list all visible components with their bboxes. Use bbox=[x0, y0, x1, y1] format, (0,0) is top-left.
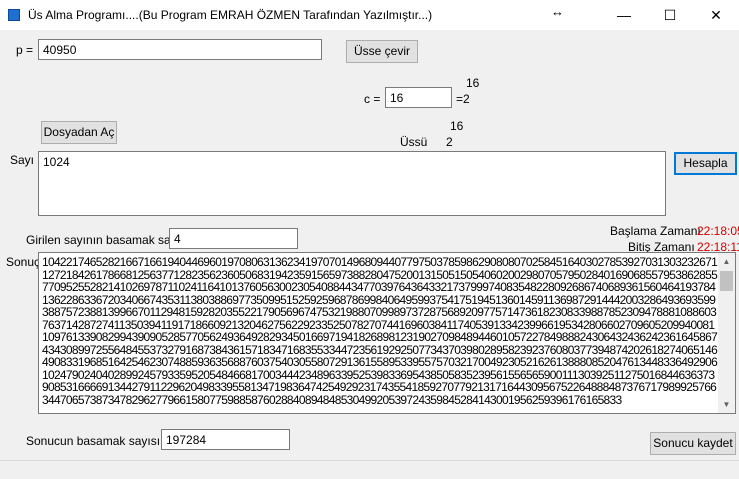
c-equals-base: =2 bbox=[456, 92, 470, 106]
usu-exponent: 16 bbox=[450, 119, 464, 133]
scroll-down-icon[interactable]: ▼ bbox=[718, 396, 735, 413]
scroll-up-icon[interactable]: ▲ bbox=[718, 253, 735, 270]
start-time-label: Başlama Zamanı bbox=[610, 224, 701, 238]
scroll-thumb[interactable] bbox=[720, 271, 733, 291]
sonuc-scrollbar[interactable]: ▲ ▼ bbox=[718, 253, 735, 413]
sonuc-basamak-input[interactable]: 197284 bbox=[161, 429, 290, 450]
sayi-label: Sayı bbox=[10, 153, 35, 167]
sonuc-label: Sonuç bbox=[6, 255, 41, 269]
usu-label: Üssü bbox=[400, 135, 428, 149]
start-time-value: 22:18:05 bbox=[697, 224, 739, 238]
sonuc-text: 1042217465282166716619404469601970806313… bbox=[42, 255, 718, 407]
p-label: p = bbox=[16, 43, 34, 57]
window-title: Üs Alma Programı....(Bu Program EMRAH ÖZ… bbox=[28, 8, 433, 22]
c-exponent: 16 bbox=[466, 76, 480, 90]
dosyadan-ac-button[interactable]: Dosyadan Aç bbox=[41, 121, 117, 144]
status-bar bbox=[0, 460, 739, 479]
maximize-button[interactable]: ☐ bbox=[647, 0, 693, 30]
resize-arrows-icon: ↔ bbox=[551, 4, 564, 19]
usu-value: 2 bbox=[446, 135, 453, 149]
title-bar[interactable]: Üs Alma Programı....(Bu Program EMRAH ÖZ… bbox=[0, 0, 739, 30]
usse-cevir-button[interactable]: Üsse çevir bbox=[346, 40, 418, 63]
app-icon bbox=[8, 9, 20, 21]
sayi-textarea[interactable]: 1024 bbox=[38, 151, 666, 216]
basamak-label: Girilen sayının basamak sayısı bbox=[26, 233, 190, 247]
sonucu-kaydet-button[interactable]: Sonucu kaydet bbox=[650, 432, 736, 455]
c-label: c = bbox=[364, 92, 381, 106]
close-button[interactable]: ✕ bbox=[693, 0, 739, 30]
minimize-button[interactable]: — bbox=[601, 0, 647, 30]
hesapla-button[interactable]: Hesapla bbox=[674, 152, 737, 175]
sonuc-basamak-label: Sonucun basamak sayısı bbox=[26, 434, 161, 448]
c-input[interactable]: 16 bbox=[385, 87, 452, 108]
sonuc-textarea[interactable]: 1042217465282166716619404469601970806313… bbox=[38, 252, 736, 414]
basamak-input[interactable]: 4 bbox=[169, 228, 298, 249]
p-input[interactable]: 40950 bbox=[38, 39, 322, 60]
